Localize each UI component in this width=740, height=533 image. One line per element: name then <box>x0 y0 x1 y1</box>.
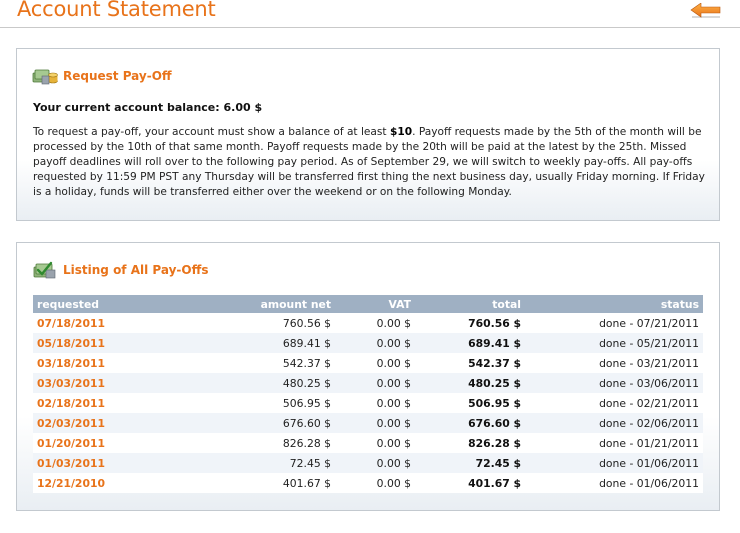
total: 401.67 $ <box>413 473 523 493</box>
payoff-minimum: $10 <box>389 126 413 138</box>
requested-date-link[interactable]: 05/18/2011 <box>33 333 183 353</box>
status: done - 05/21/2011 <box>523 333 703 353</box>
request-payoff-title: Request Pay-Off <box>63 69 172 83</box>
payoffs-table: requested amount net VAT total status 07… <box>33 295 703 493</box>
table-row: 07/18/2011 760.56 $ 0.00 $ 760.56 $ done… <box>33 313 703 333</box>
requested-date-link[interactable]: 03/18/2011 <box>33 353 183 373</box>
payoffs-table-header: requested amount net VAT total status <box>33 295 703 313</box>
requested-date-link[interactable]: 12/21/2010 <box>33 473 183 493</box>
vat: 0.00 $ <box>333 433 413 453</box>
table-row: 05/18/2011 689.41 $ 0.00 $ 689.41 $ done… <box>33 333 703 353</box>
amount-net: 480.25 $ <box>183 373 333 393</box>
col-total: total <box>413 295 523 313</box>
total: 760.56 $ <box>413 313 523 333</box>
vat: 0.00 $ <box>333 313 413 333</box>
total: 826.28 $ <box>413 433 523 453</box>
table-row: 02/18/2011 506.95 $ 0.00 $ 506.95 $ done… <box>33 393 703 413</box>
table-row: 01/03/2011 72.45 $ 0.00 $ 72.45 $ done -… <box>33 453 703 473</box>
status: done - 01/06/2011 <box>523 473 703 493</box>
payoffs-listing-header: Listing of All Pay-Offs <box>17 243 719 279</box>
amount-net: 72.45 $ <box>183 453 333 473</box>
requested-date-link[interactable]: 03/03/2011 <box>33 373 183 393</box>
total: 506.95 $ <box>413 393 523 413</box>
money-check-icon <box>33 261 56 279</box>
amount-net: 401.67 $ <box>183 473 333 493</box>
col-requested: requested <box>33 295 183 313</box>
table-row: 02/03/2011 676.60 $ 0.00 $ 676.60 $ done… <box>33 413 703 433</box>
amount-net: 760.56 $ <box>183 313 333 333</box>
status: done - 03/06/2011 <box>523 373 703 393</box>
requested-date-link[interactable]: 01/20/2011 <box>33 433 183 453</box>
status: done - 02/06/2011 <box>523 413 703 433</box>
back-arrow-icon[interactable] <box>690 3 722 19</box>
vat: 0.00 $ <box>333 373 413 393</box>
amount-net: 542.37 $ <box>183 353 333 373</box>
vat: 0.00 $ <box>333 413 413 433</box>
col-vat: VAT <box>333 295 413 313</box>
status: done - 02/21/2011 <box>523 393 703 413</box>
total: 72.45 $ <box>413 453 523 473</box>
vat: 0.00 $ <box>333 353 413 373</box>
vat: 0.00 $ <box>333 393 413 413</box>
status: done - 01/21/2011 <box>523 433 703 453</box>
table-row: 12/21/2010 401.67 $ 0.00 $ 401.67 $ done… <box>33 473 703 493</box>
status: done - 07/21/2011 <box>523 313 703 333</box>
requested-date-link[interactable]: 02/03/2011 <box>33 413 183 433</box>
table-row: 03/18/2011 542.37 $ 0.00 $ 542.37 $ done… <box>33 353 703 373</box>
requested-date-link[interactable]: 01/03/2011 <box>33 453 183 473</box>
status: done - 01/06/2011 <box>523 453 703 473</box>
amount-net: 676.60 $ <box>183 413 333 433</box>
col-status: status <box>523 295 703 313</box>
table-row: 01/20/2011 826.28 $ 0.00 $ 826.28 $ done… <box>33 433 703 453</box>
vat: 0.00 $ <box>333 473 413 493</box>
payoff-info-pre: To request a pay-off, your account must … <box>33 126 390 138</box>
vat: 0.00 $ <box>333 453 413 473</box>
page-title: Account Statement <box>17 0 216 21</box>
request-payoff-header: Request Pay-Off <box>17 49 719 85</box>
total: 676.60 $ <box>413 413 523 433</box>
total: 542.37 $ <box>413 353 523 373</box>
table-row: 03/03/2011 480.25 $ 0.00 $ 480.25 $ done… <box>33 373 703 393</box>
amount-net: 689.41 $ <box>183 333 333 353</box>
payoff-info-text: To request a pay-off, your account must … <box>33 125 713 200</box>
col-amount-net: amount net <box>183 295 333 313</box>
payoffs-listing-panel: Listing of All Pay-Offs requested amount… <box>16 242 720 511</box>
amount-net: 506.95 $ <box>183 393 333 413</box>
requested-date-link[interactable]: 07/18/2011 <box>33 313 183 333</box>
total: 689.41 $ <box>413 333 523 353</box>
page-header: Account Statement <box>0 0 740 28</box>
money-stack-icon <box>32 69 58 85</box>
payoffs-listing-title: Listing of All Pay-Offs <box>63 263 209 277</box>
account-balance: Your current account balance: 6.00 $ <box>33 101 263 114</box>
request-payoff-panel: Request Pay-Off Your current account bal… <box>16 48 720 221</box>
vat: 0.00 $ <box>333 333 413 353</box>
amount-net: 826.28 $ <box>183 433 333 453</box>
requested-date-link[interactable]: 02/18/2011 <box>33 393 183 413</box>
total: 480.25 $ <box>413 373 523 393</box>
status: done - 03/21/2011 <box>523 353 703 373</box>
